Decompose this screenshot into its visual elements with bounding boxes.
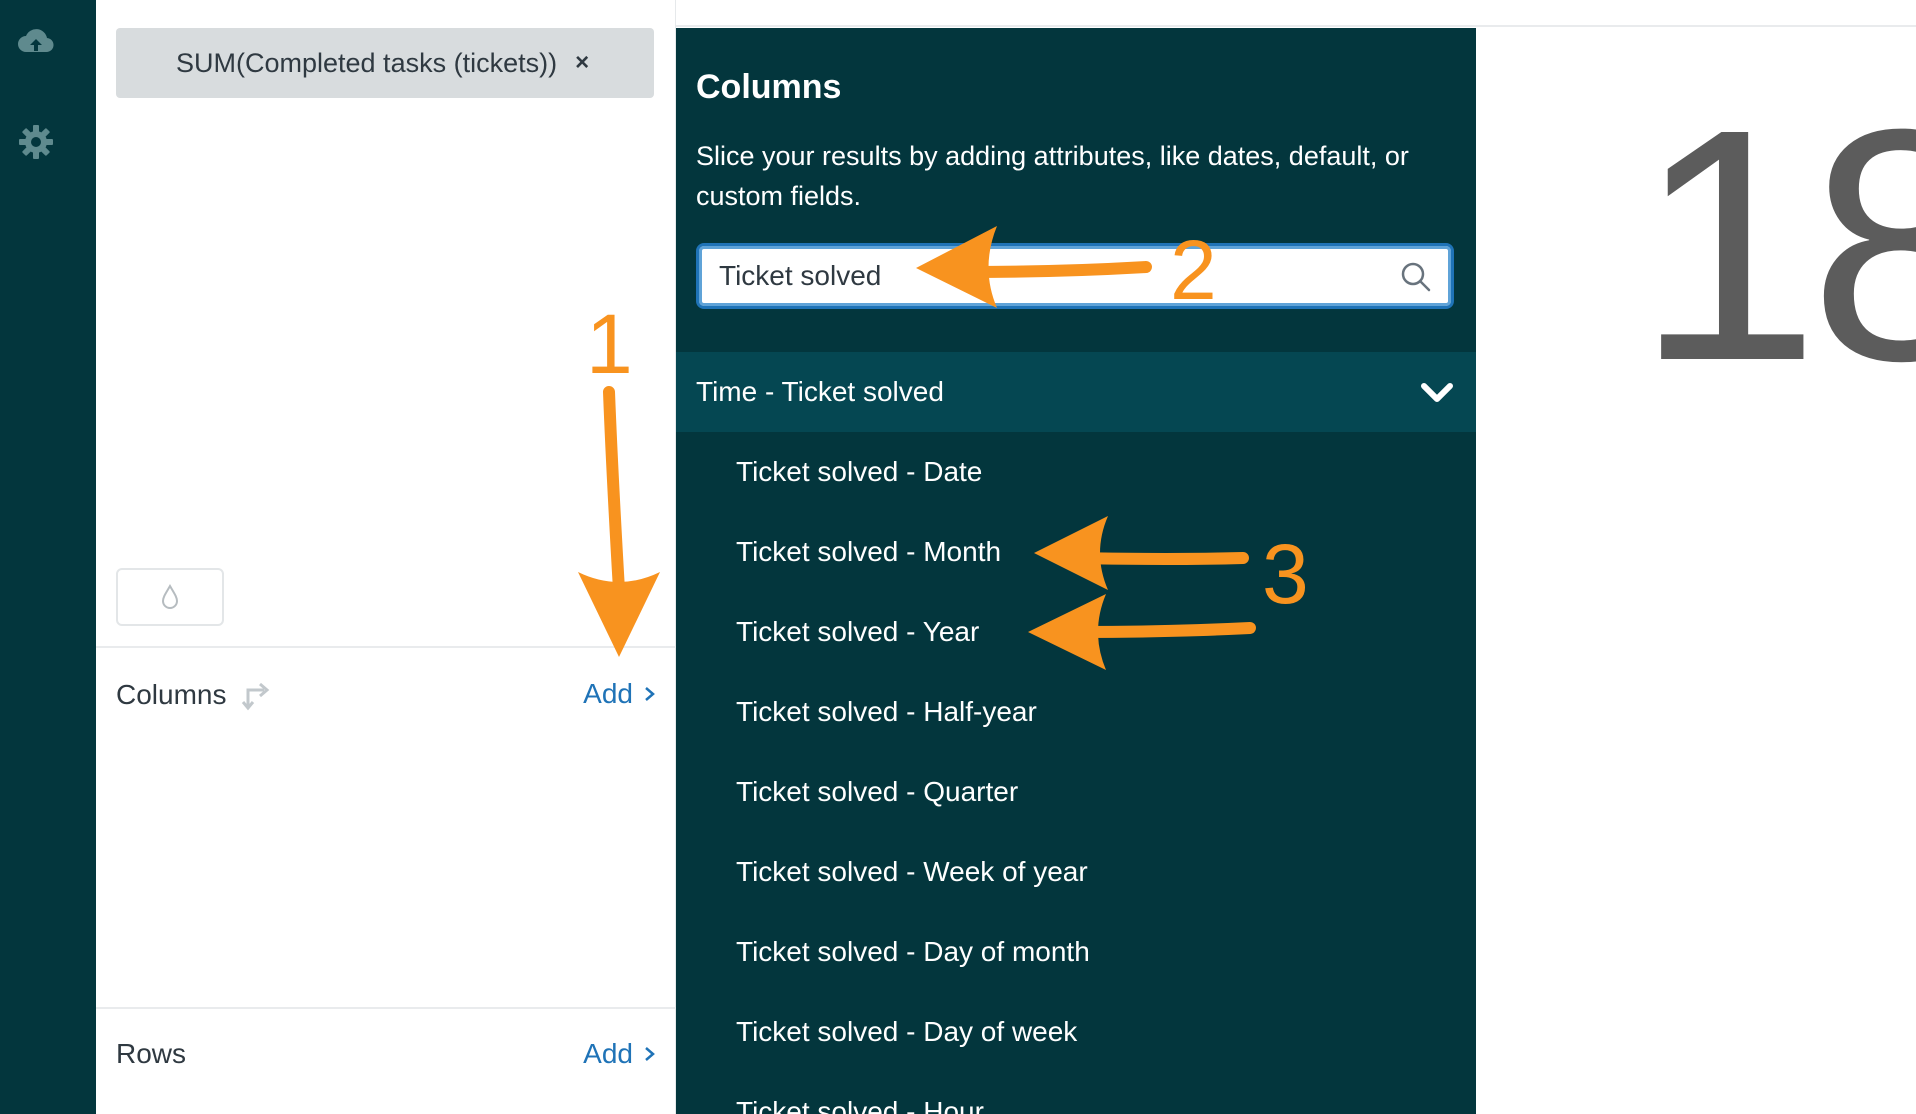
rows-section-label: Rows — [116, 1038, 186, 1070]
result-canvas: 18 — [1476, 28, 1916, 1114]
option-ticket-solved-hour[interactable]: Ticket solved - Hour — [676, 1072, 1476, 1114]
rows-label-text: Rows — [116, 1038, 187, 1069]
group-header-time-ticket-solved[interactable]: Time - Ticket solved — [676, 352, 1476, 432]
option-ticket-solved-year[interactable]: Ticket solved - Year — [676, 592, 1476, 672]
search-input[interactable] — [719, 256, 1379, 296]
columns-add-link[interactable]: Add — [583, 678, 657, 710]
color-drop-button[interactable] — [116, 568, 224, 626]
query-config-panel: SUM(Completed tasks (tickets)) × Columns… — [96, 0, 676, 1114]
option-ticket-solved-day-of-week[interactable]: Ticket solved - Day of week — [676, 992, 1476, 1072]
metric-pill-label: SUM(Completed tasks (tickets)) — [176, 47, 558, 78]
section-divider — [96, 646, 676, 648]
remove-metric-button[interactable]: × — [575, 49, 589, 77]
option-ticket-solved-month[interactable]: Ticket solved - Month — [676, 512, 1476, 592]
droplet-icon — [161, 583, 179, 609]
result-value: 18 — [1636, 60, 1916, 429]
group-header-label: Time - Ticket solved — [696, 376, 944, 407]
option-ticket-solved-day-of-month[interactable]: Ticket solved - Day of month — [676, 912, 1476, 992]
cloud-upload-icon[interactable] — [16, 22, 56, 62]
option-ticket-solved-quarter[interactable]: Ticket solved - Quarter — [676, 752, 1476, 832]
section-divider — [96, 1007, 676, 1009]
option-ticket-solved-date[interactable]: Ticket solved - Date — [676, 432, 1476, 512]
rows-add-link[interactable]: Add — [583, 1038, 657, 1070]
swap-icon[interactable] — [240, 678, 274, 712]
option-ticket-solved-week-of-year[interactable]: Ticket solved - Week of year — [676, 832, 1476, 912]
attribute-option-list: Ticket solved - Date Ticket solved - Mon… — [676, 432, 1476, 1114]
metric-pill[interactable]: SUM(Completed tasks (tickets)) × — [116, 28, 654, 98]
annotation-step-3: 3 — [1262, 527, 1309, 621]
columns-dropdown-panel: Columns Slice your results by adding att… — [676, 28, 1476, 1114]
gear-icon[interactable] — [16, 122, 56, 162]
chevron-right-icon — [645, 687, 655, 701]
columns-add-text: Add — [583, 678, 633, 709]
chevron-right-icon — [645, 1047, 655, 1061]
annotation-step-1: 1 — [586, 297, 633, 391]
columns-section-label: Columns — [116, 678, 274, 712]
rows-add-text: Add — [583, 1038, 633, 1069]
chevron-down-icon[interactable] — [1418, 374, 1456, 412]
attribute-search[interactable] — [696, 243, 1454, 309]
search-icon[interactable] — [1399, 260, 1433, 294]
panel-description: Slice your results by adding attributes,… — [696, 141, 1409, 211]
left-nav-rail — [0, 0, 96, 1114]
header-divider — [676, 25, 1916, 27]
annotation-step-2: 2 — [1170, 223, 1217, 317]
columns-label-text: Columns — [116, 679, 227, 710]
option-ticket-solved-half-year[interactable]: Ticket solved - Half-year — [676, 672, 1476, 752]
panel-title: Columns — [696, 68, 842, 106]
